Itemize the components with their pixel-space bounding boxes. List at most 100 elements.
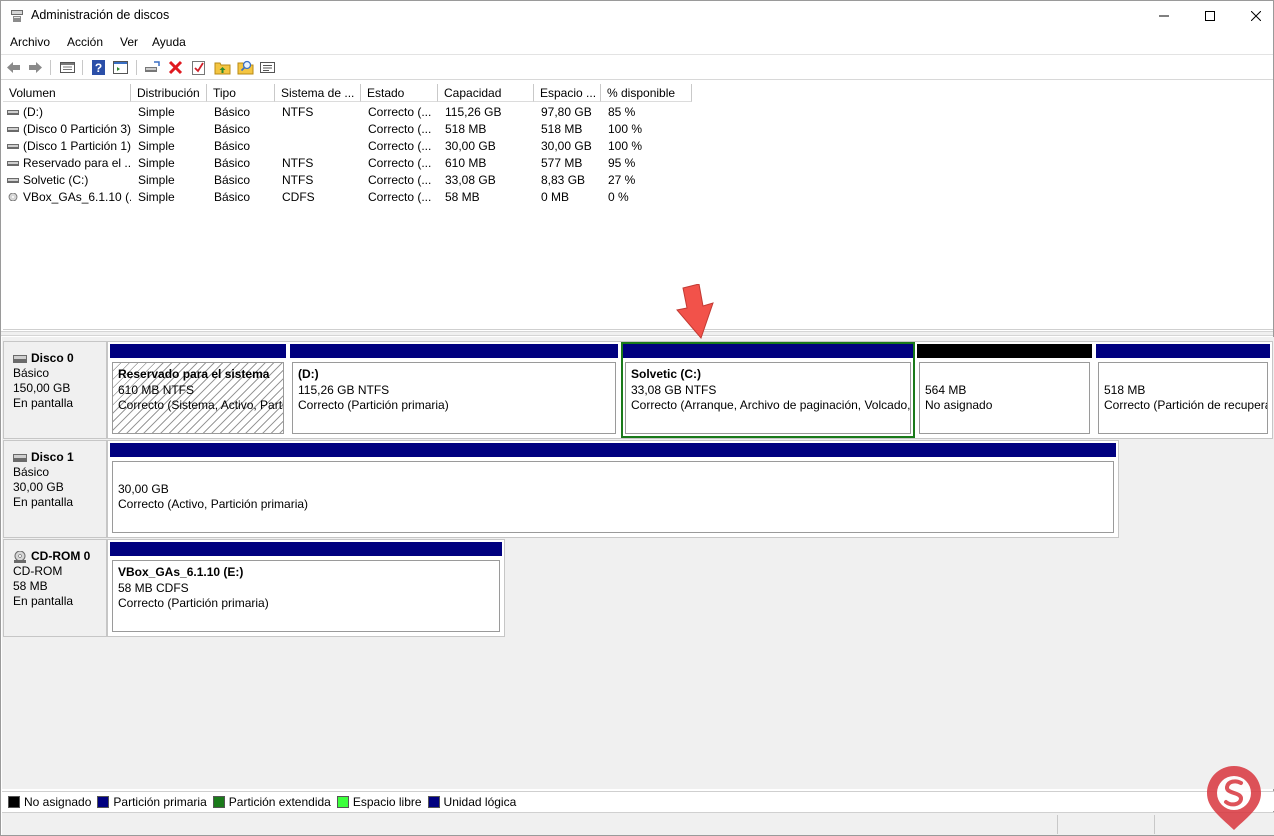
cdrom-0-size: 58 MB	[13, 579, 48, 593]
disk-1-label[interactable]: Disco 1 Básico 30,00 GB En pantalla	[3, 440, 107, 538]
column-volumen[interactable]: Volumen	[3, 84, 131, 102]
menu-archivo[interactable]: Archivo	[10, 35, 50, 49]
column-estado[interactable]: Estado	[361, 84, 438, 102]
disk-management-app-icon	[11, 10, 23, 22]
cdrom-0-name: CD-ROM 0	[31, 549, 91, 563]
volume-icon	[7, 110, 19, 115]
column-espacio-libre[interactable]: Espacio ...	[534, 84, 601, 102]
cell-name: Reservado para el ...	[23, 156, 131, 170]
properties-icon[interactable]	[259, 59, 276, 76]
cell-layout: Simple	[138, 173, 175, 187]
disk-0-state: En pantalla	[13, 396, 74, 410]
disk-0-size: 150,00 GB	[13, 381, 71, 395]
cell-layout: Simple	[138, 139, 175, 153]
column-tipo[interactable]: Tipo	[207, 84, 275, 102]
legend-item: No asignado	[8, 795, 91, 809]
delete-icon[interactable]	[167, 59, 184, 76]
cell-name: (Disco 1 Partición 1)	[23, 139, 131, 153]
partition-size: 115,26 GB NTFS	[298, 382, 390, 397]
partition-body: 30,00 GB Correcto (Activo, Partición pri…	[112, 461, 1114, 533]
cell-layout: Simple	[138, 105, 175, 119]
cdrom-0-partitions: VBox_GAs_6.1.10 (E:) 58 MB CDFS Correcto…	[107, 539, 505, 637]
column-distribucion[interactable]: Distribución	[131, 84, 207, 102]
disk-0-label[interactable]: Disco 0 Básico 150,00 GB En pantalla	[3, 341, 107, 439]
table-row[interactable]: VBox_GAs_6.1.10 (... Simple Básico CDFS Corr…	[3, 189, 1273, 206]
table-row[interactable]: Solvetic (C:) Simple Básico NTFS Correcto (.…	[3, 172, 1273, 189]
partition-body: (D:) 115,26 GB NTFS Correcto (Partición …	[292, 362, 616, 434]
hard-disk-icon	[13, 453, 27, 462]
cell-capacity: 115,26 GB	[445, 105, 502, 119]
cdrom-0-kind: CD-ROM	[13, 564, 63, 578]
cdrom-0-state: En pantalla	[13, 594, 74, 608]
minimize-button[interactable]	[1141, 1, 1187, 31]
console-icon[interactable]	[112, 59, 129, 76]
list-view-icon[interactable]	[59, 59, 76, 76]
menu-ayuda[interactable]: Ayuda	[152, 35, 186, 49]
check-icon[interactable]	[190, 59, 207, 76]
partition-primary-bar	[110, 344, 286, 358]
cell-capacity: 610 MB	[445, 156, 487, 170]
connect-drive-icon[interactable]	[144, 59, 161, 76]
column-sistema-archivos[interactable]: Sistema de ...	[275, 84, 361, 102]
partition-primary-bar	[110, 542, 502, 556]
cell-layout: Simple	[138, 190, 175, 204]
legend-swatch-espacio-libre	[336, 795, 349, 808]
partition-size: 33,08 GB NTFS	[631, 382, 717, 397]
status-separator	[1154, 815, 1155, 834]
maximize-button[interactable]	[1187, 1, 1233, 31]
help-icon[interactable]: ?	[90, 59, 107, 76]
disk-0-partitions: Reservado para el sistema 610 MB NTFS Co…	[107, 341, 1273, 439]
column-porcentaje-disponible[interactable]: % disponible	[601, 84, 692, 102]
partition-recovery[interactable]: 518 MB Correcto (Partición de recuperaci…	[1094, 342, 1272, 438]
disk-1-size: 30,00 GB	[13, 480, 64, 494]
legend-item: Unidad lógica	[427, 794, 517, 809]
table-row[interactable]: (D:) Simple Básico NTFS Correcto (... 115,26 …	[3, 104, 1273, 121]
cell-layout: Simple	[138, 156, 175, 170]
cell-type: Básico	[214, 173, 251, 187]
solvetic-watermark-logo	[1207, 766, 1261, 830]
toolbar: ?	[1, 54, 1273, 80]
legend-item: Espacio libre	[336, 795, 422, 809]
partition-disco-1[interactable]: 30,00 GB Correcto (Activo, Partición pri…	[108, 441, 1118, 537]
partition-title: (D:)	[298, 367, 319, 381]
cell-name: Solvetic (C:)	[23, 173, 89, 187]
partition-primary-bar	[1096, 344, 1270, 358]
partition-vbox-e[interactable]: VBox_GAs_6.1.10 (E:) 58 MB CDFS Correcto…	[108, 540, 504, 636]
cell-pct: 100 %	[608, 122, 643, 136]
cell-fs: NTFS	[282, 156, 314, 170]
cell-pct: 0 %	[608, 190, 629, 204]
folder-search-icon[interactable]	[237, 59, 254, 76]
partition-body: 564 MB No asignado	[919, 362, 1090, 434]
legend-label: Unidad lógica	[443, 794, 517, 809]
cdrom-0-label[interactable]: CD-ROM 0 CD-ROM 58 MB En pantalla	[3, 539, 107, 637]
cell-layout: Simple	[138, 122, 175, 136]
partition-status: Correcto (Arranque, Archivo de paginació…	[631, 398, 911, 412]
maximize-icon	[1205, 11, 1215, 21]
back-icon[interactable]	[5, 59, 22, 76]
volume-icon	[7, 144, 19, 149]
cell-fs	[282, 138, 360, 155]
column-capacidad[interactable]: Capacidad	[438, 84, 534, 102]
menu-accion[interactable]: Acción	[67, 35, 103, 49]
forward-icon[interactable]	[27, 59, 44, 76]
cell-pct: 27 %	[608, 173, 636, 187]
volume-list: Volumen Distribución Tipo Sistema de ...…	[3, 84, 1273, 330]
cell-fs	[282, 121, 360, 138]
partition-reservado-sistema[interactable]: Reservado para el sistema 610 MB NTFS Co…	[108, 342, 288, 438]
folder-up-icon[interactable]	[214, 59, 231, 76]
table-row[interactable]: (Disco 1 Partición 1) Simple Básico Correct…	[3, 138, 1273, 155]
toolbar-separator	[50, 60, 51, 75]
partition-unallocated[interactable]: 564 MB No asignado	[915, 342, 1094, 438]
cell-capacity: 518 MB	[445, 122, 487, 136]
partition-size: 610 MB NTFS	[118, 382, 195, 397]
partition-title	[118, 466, 1113, 482]
table-row[interactable]: Reservado para el ... Simple Básico NTFS Cor…	[3, 155, 1273, 172]
cell-free: 0 MB	[541, 190, 570, 204]
partition-d[interactable]: (D:) 115,26 GB NTFS Correcto (Partición …	[288, 342, 620, 438]
table-row[interactable]: (Disco 0 Partición 3) Simple Básico Correct…	[3, 121, 1273, 138]
partition-solvetic-c[interactable]: Solvetic (C:) 33,08 GB NTFS Correcto (Ar…	[621, 342, 915, 438]
menu-ver[interactable]: Ver	[120, 35, 138, 49]
pane-splitter[interactable]	[1, 331, 1273, 336]
close-button[interactable]	[1233, 1, 1274, 31]
cell-type: Básico	[214, 139, 251, 153]
